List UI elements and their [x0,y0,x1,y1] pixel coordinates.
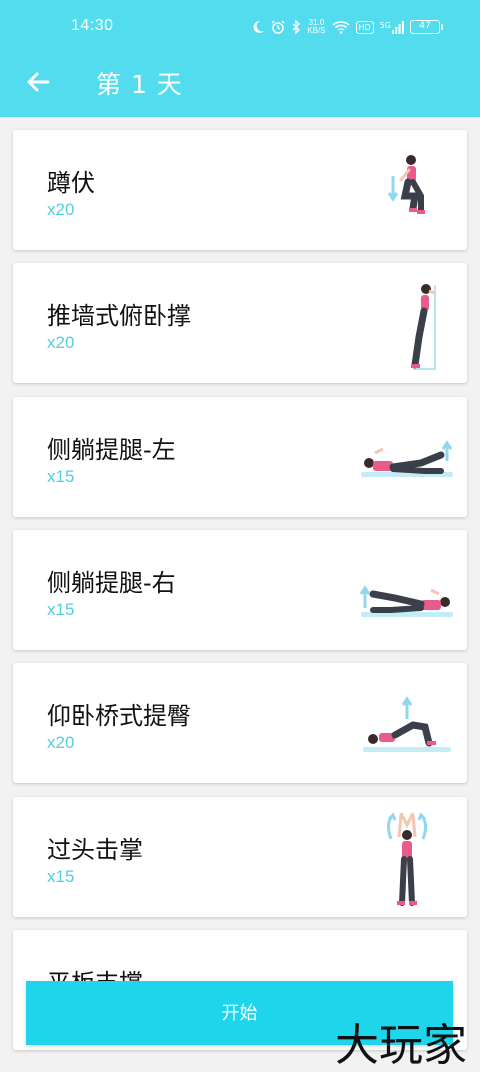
page-title: 第 1 天 [96,70,183,99]
status-time: 14:30 [71,17,114,34]
exercise-card[interactable]: 侧躺提腿-右 x15 [13,530,467,650]
side-leg-raise-left-illustration [361,440,453,477]
battery-icon: 47 [410,20,443,34]
exercise-name: 侧躺提腿-右 [47,569,176,597]
exercise-name: 过头击掌 [47,836,143,864]
exercise-card[interactable]: 侧躺提腿-左 x15 [13,397,467,517]
alarm-icon [271,20,285,34]
exercise-reps: x20 [47,200,75,219]
exercise-name: 蹲伏 [47,169,95,197]
side-leg-raise-right-illustration [359,585,453,617]
wall-pushup-illustration [411,284,436,370]
net-speed: 31.0 KB/S [307,19,325,35]
watermark-text: 大玩家 [335,1020,467,1070]
overhead-clap-illustration [386,812,428,906]
exercise-reps: x15 [47,467,75,486]
exercise-reps: x15 [47,600,75,619]
status-icons: 31.0 KB/S HD 5G 47 [251,17,443,37]
moon-icon [253,20,265,33]
watermark-logo: 大玩家 [335,1020,467,1070]
exercise-name: 仰卧桥式提臀 [47,702,191,730]
nav-bar: 第 1 天 [0,54,480,117]
exercise-card[interactable]: 仰卧桥式提臀 x20 [13,663,467,783]
exercise-card[interactable]: 蹲伏 x20 [13,130,467,250]
signal-icon [392,20,404,34]
hd-badge: HD [355,20,374,34]
exercise-card[interactable]: 推墙式俯卧撑 x20 [13,263,467,383]
net-speed-unit: KB/S [307,26,326,35]
exercise-name: 侧躺提腿-左 [47,436,176,464]
squat-illustration [387,155,425,214]
exercise-card[interactable]: 过头击掌 x15 [13,797,467,917]
exercise-list[interactable]: 蹲伏 x20 推墙式俯卧撑 x20 侧躺提腿-左 x15 侧躺提腿-右 x15 … [0,117,480,1072]
exercise-reps: x15 [47,867,75,886]
status-bar: 14:30 31.0 KB/S HD 5G 47 [0,0,480,54]
signal-indicator: 5G [379,20,404,34]
bluetooth-icon [292,20,301,34]
exercise-name: 推墙式俯卧撑 [47,302,191,330]
exercise-reps: x20 [47,333,75,352]
wifi-icon [331,21,350,34]
app-bar: 14:30 31.0 KB/S HD 5G 47 第 1 天 [0,0,480,117]
back-arrow-icon[interactable] [22,66,54,98]
glute-bridge-illustration [363,696,451,752]
exercise-reps: x20 [47,733,75,752]
network-type: 5G [379,20,391,30]
